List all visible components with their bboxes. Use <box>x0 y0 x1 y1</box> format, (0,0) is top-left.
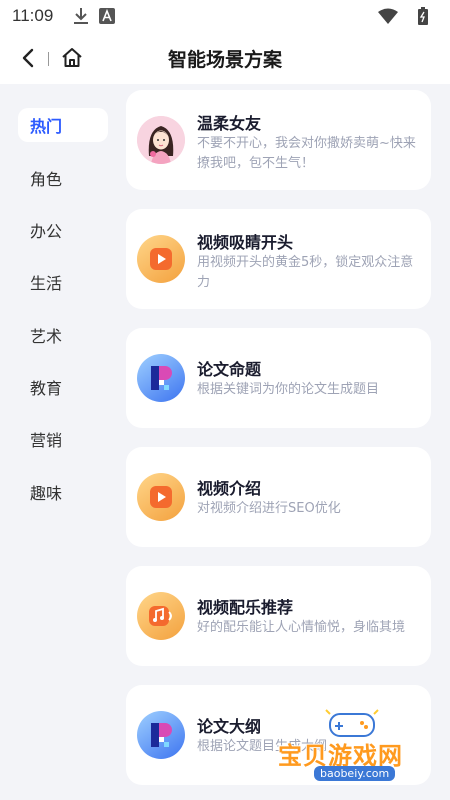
paper-p-icon <box>137 354 185 402</box>
page-title: 智能场景方案 <box>167 49 282 71</box>
card-title: 视频吸睛开头 <box>197 233 294 252</box>
sidebar-item-marketing[interactable]: 营销 <box>18 422 108 456</box>
sidebar-item-office[interactable]: 办公 <box>18 213 108 247</box>
watermark-url: baobeiy.com <box>314 766 396 781</box>
sidebar-item-role[interactable]: 角色 <box>18 161 108 195</box>
wifi-icon <box>378 8 398 24</box>
sidebar-item-fun[interactable]: 趣味 <box>18 475 108 509</box>
app-header: 智能场景方案 <box>0 32 450 84</box>
sidebar-item-hot[interactable]: 热门 <box>18 108 108 142</box>
card-description: 好的配乐能让人心情愉悦，身临其境 <box>197 620 406 635</box>
scene-card[interactable]: 视频吸睛开头 用视频开头的黄金5秒，锁定观众注意力 <box>126 209 431 309</box>
paper-p-icon <box>137 711 185 759</box>
video-play-icon <box>137 473 185 521</box>
card-title: 温柔女友 <box>197 114 262 133</box>
sidebar-item-education[interactable]: 教育 <box>18 370 108 404</box>
scene-card[interactable]: 论文命题 根据关键词为你的论文生成题目 <box>126 328 431 428</box>
card-description: 用视频开头的黄金5秒，锁定观众注意力 <box>197 255 414 290</box>
battery-icon <box>418 7 428 25</box>
download-icon <box>73 7 89 25</box>
status-bar: 11:09 <box>0 0 450 32</box>
scene-card[interactable]: 视频介绍 对视频介绍进行SEO优化 <box>126 447 431 547</box>
music-note-icon <box>137 592 185 640</box>
card-title: 视频介绍 <box>197 479 262 498</box>
card-title: 论文命题 <box>197 360 262 379</box>
site-watermark: 宝贝游戏网 baobeiy.com <box>270 706 430 796</box>
category-sidebar: 热门 角色 办公 生活 艺术 教育 营销 趣味 <box>0 84 120 800</box>
sidebar-item-life[interactable]: 生活 <box>18 265 108 299</box>
scene-card[interactable]: 视频配乐推荐 好的配乐能让人心情愉悦，身临其境 <box>126 566 431 666</box>
card-title: 论文大纲 <box>197 717 262 736</box>
a-badge-icon <box>99 8 116 24</box>
card-description: 根据关键词为你的论文生成题目 <box>197 382 380 397</box>
card-title: 视频配乐推荐 <box>197 598 294 617</box>
card-description: 不要不开心，我会对你撒娇卖萌~快来撩我吧，包不生气！ <box>197 136 416 171</box>
girlfriend-avatar-icon <box>137 116 185 164</box>
scene-card[interactable]: 温柔女友 不要不开心，我会对你撒娇卖萌~快来撩我吧，包不生气！ <box>126 90 431 190</box>
video-play-icon <box>137 235 185 283</box>
gamepad-icon <box>325 709 379 737</box>
sidebar-item-art[interactable]: 艺术 <box>18 318 108 352</box>
card-description: 对视频介绍进行SEO优化 <box>197 501 341 516</box>
status-time: 11:09 <box>12 6 54 25</box>
